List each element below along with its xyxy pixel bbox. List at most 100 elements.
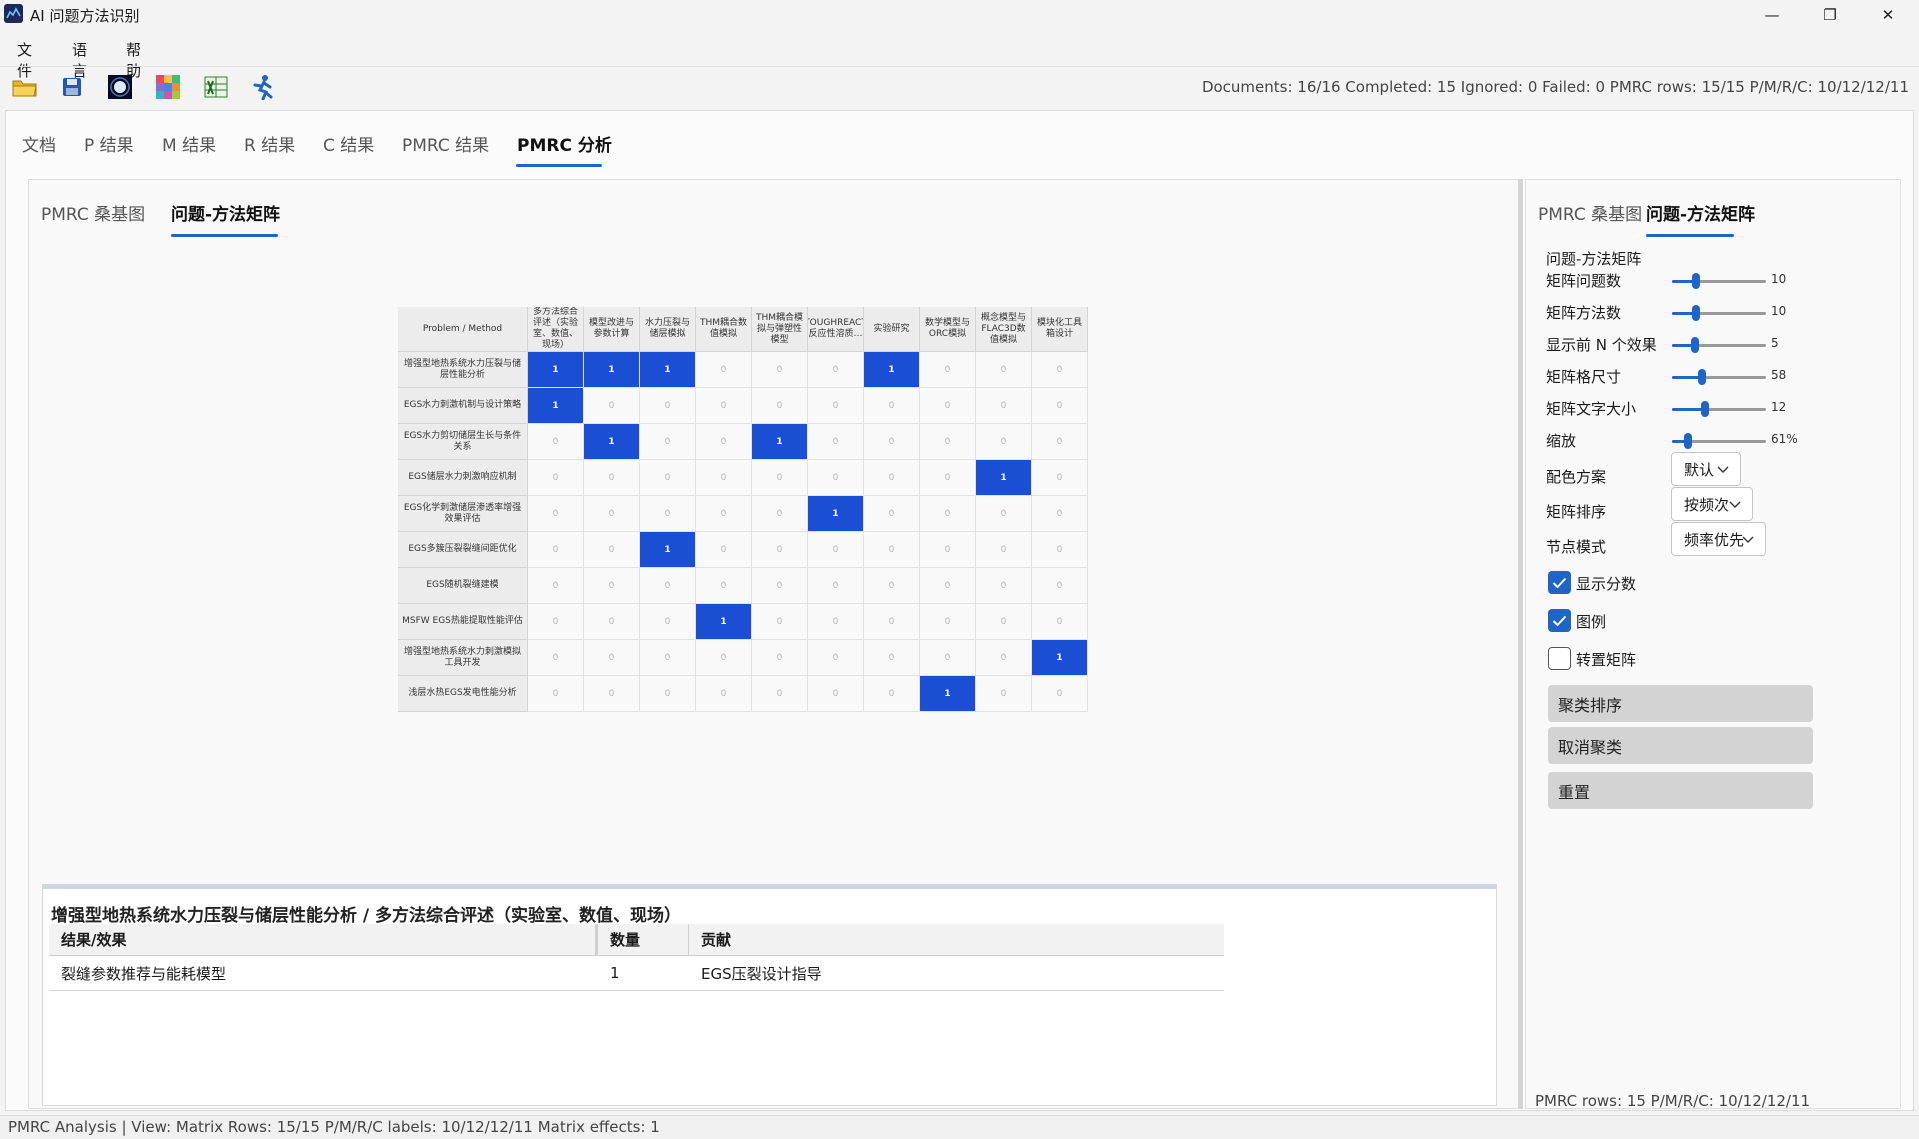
- matrix-cell[interactable]: 0: [808, 388, 864, 424]
- matrix-cell[interactable]: 0: [584, 388, 640, 424]
- matrix-cell[interactable]: 0: [808, 424, 864, 460]
- matrix-cell[interactable]: 0: [752, 568, 808, 604]
- tab-c-results[interactable]: C 结果: [323, 131, 374, 156]
- column-header-count[interactable]: 数量: [598, 924, 688, 956]
- matrix-cell[interactable]: 0: [808, 532, 864, 568]
- matrix-cell[interactable]: 0: [864, 532, 920, 568]
- matrix-cell[interactable]: 0: [1032, 352, 1088, 388]
- matrix-cell[interactable]: 0: [1032, 496, 1088, 532]
- matrix-cell[interactable]: 0: [864, 604, 920, 640]
- zoom-slider[interactable]: [1672, 433, 1766, 449]
- matrix-cell[interactable]: 0: [920, 604, 976, 640]
- matrix-cell[interactable]: 1: [1032, 640, 1088, 676]
- matrix-cell[interactable]: 0: [528, 676, 584, 712]
- matrix-cell[interactable]: 0: [584, 676, 640, 712]
- transpose-matrix-label[interactable]: 转置矩阵: [1576, 649, 1636, 670]
- matrix-cell[interactable]: 0: [976, 496, 1032, 532]
- matrix-cell[interactable]: 0: [864, 388, 920, 424]
- matrix-cell[interactable]: 1: [920, 676, 976, 712]
- matrix-cell[interactable]: 0: [696, 496, 752, 532]
- matrix-cell[interactable]: 0: [1032, 388, 1088, 424]
- matrix-cell[interactable]: 0: [640, 640, 696, 676]
- matrix-cell[interactable]: 0: [584, 640, 640, 676]
- transpose-matrix-checkbox[interactable]: [1548, 647, 1571, 670]
- matrix-cell[interactable]: 0: [528, 424, 584, 460]
- matrix-cell[interactable]: 0: [976, 568, 1032, 604]
- node-mode-select[interactable]: 频率优先: [1671, 522, 1766, 556]
- matrix-cell[interactable]: 0: [1032, 424, 1088, 460]
- open-folder-icon[interactable]: [10, 72, 40, 102]
- matrix-cell[interactable]: 0: [528, 496, 584, 532]
- matrix-cell[interactable]: 0: [864, 640, 920, 676]
- matrix-cell[interactable]: 0: [696, 352, 752, 388]
- matrix-cell[interactable]: 0: [808, 604, 864, 640]
- matrix-cell[interactable]: 0: [584, 604, 640, 640]
- matrix-cell[interactable]: 0: [976, 676, 1032, 712]
- slider-thumb[interactable]: [1700, 401, 1709, 417]
- matrix-cell[interactable]: 0: [696, 568, 752, 604]
- matrix-cell[interactable]: 0: [640, 424, 696, 460]
- matrix-cell[interactable]: 0: [808, 676, 864, 712]
- matrix-cell[interactable]: 0: [976, 604, 1032, 640]
- matrix-cell[interactable]: 0: [1032, 532, 1088, 568]
- slider-thumb[interactable]: [1691, 305, 1700, 321]
- matrix-cell[interactable]: 0: [584, 460, 640, 496]
- tab-matrix-controls[interactable]: 问题-方法矩阵: [1646, 200, 1755, 225]
- matrix-cell[interactable]: 1: [640, 532, 696, 568]
- matrix-cell[interactable]: 0: [976, 424, 1032, 460]
- minimize-button[interactable]: —: [1743, 0, 1801, 29]
- text-size-slider[interactable]: [1672, 401, 1766, 417]
- matrix-cell[interactable]: 0: [752, 676, 808, 712]
- matrix-cell[interactable]: 0: [864, 496, 920, 532]
- matrix-cell[interactable]: 0: [864, 460, 920, 496]
- matrix-cell[interactable]: 0: [528, 568, 584, 604]
- matrix-cell[interactable]: 0: [920, 568, 976, 604]
- matrix-cell[interactable]: 0: [696, 532, 752, 568]
- matrix-problems-slider[interactable]: [1672, 273, 1766, 289]
- matrix-cell[interactable]: 0: [1032, 604, 1088, 640]
- excel-export-icon[interactable]: [201, 72, 231, 102]
- matrix-cell[interactable]: 0: [1032, 676, 1088, 712]
- tab-pmrc-analysis[interactable]: PMRC 分析: [517, 131, 612, 156]
- matrix-cell[interactable]: 0: [640, 568, 696, 604]
- matrix-cell[interactable]: 0: [640, 676, 696, 712]
- cluster-sort-button[interactable]: 聚类排序: [1548, 685, 1813, 722]
- matrix-cell[interactable]: 0: [584, 496, 640, 532]
- matrix-cell[interactable]: 0: [752, 352, 808, 388]
- matrix-cell[interactable]: 0: [808, 352, 864, 388]
- tab-problem-method-matrix[interactable]: 问题-方法矩阵: [171, 200, 280, 225]
- matrix-cell[interactable]: 0: [528, 460, 584, 496]
- maximize-button[interactable]: ❐: [1801, 0, 1859, 29]
- matrix-cell[interactable]: 0: [920, 388, 976, 424]
- matrix-cell[interactable]: 0: [640, 460, 696, 496]
- matrix-sort-select[interactable]: 按频次: [1671, 487, 1753, 521]
- show-scores-label[interactable]: 显示分数: [1576, 573, 1636, 594]
- top-n-effects-slider[interactable]: [1672, 337, 1766, 353]
- matrix-cell[interactable]: 0: [920, 424, 976, 460]
- matrix-cell[interactable]: 0: [696, 424, 752, 460]
- tab-pmrc-sankey-controls[interactable]: PMRC 桑基图: [1538, 200, 1642, 225]
- matrix-cell[interactable]: 1: [584, 352, 640, 388]
- matrix-cell[interactable]: 0: [808, 568, 864, 604]
- matrix-cell[interactable]: 0: [976, 640, 1032, 676]
- matrix-cell[interactable]: 0: [752, 604, 808, 640]
- matrix-cell[interactable]: 0: [920, 640, 976, 676]
- matrix-methods-slider[interactable]: [1672, 305, 1766, 321]
- matrix-cell[interactable]: 1: [752, 424, 808, 460]
- show-scores-checkbox[interactable]: [1548, 571, 1571, 594]
- matrix-cell[interactable]: 0: [528, 604, 584, 640]
- run-icon[interactable]: [249, 72, 279, 102]
- matrix-cell[interactable]: 1: [528, 352, 584, 388]
- matrix-cell[interactable]: 0: [640, 388, 696, 424]
- slider-thumb[interactable]: [1698, 369, 1707, 385]
- matrix-cell[interactable]: 0: [752, 496, 808, 532]
- matrix-cell[interactable]: 1: [976, 460, 1032, 496]
- slider-thumb[interactable]: [1683, 433, 1692, 449]
- matrix-cell[interactable]: 0: [864, 676, 920, 712]
- matrix-cell[interactable]: 0: [696, 676, 752, 712]
- matrix-cell[interactable]: 1: [528, 388, 584, 424]
- matrix-cell[interactable]: 1: [864, 352, 920, 388]
- cancel-cluster-button[interactable]: 取消聚类: [1548, 727, 1813, 764]
- matrix-cell[interactable]: 1: [640, 352, 696, 388]
- tab-p-results[interactable]: P 结果: [84, 131, 134, 156]
